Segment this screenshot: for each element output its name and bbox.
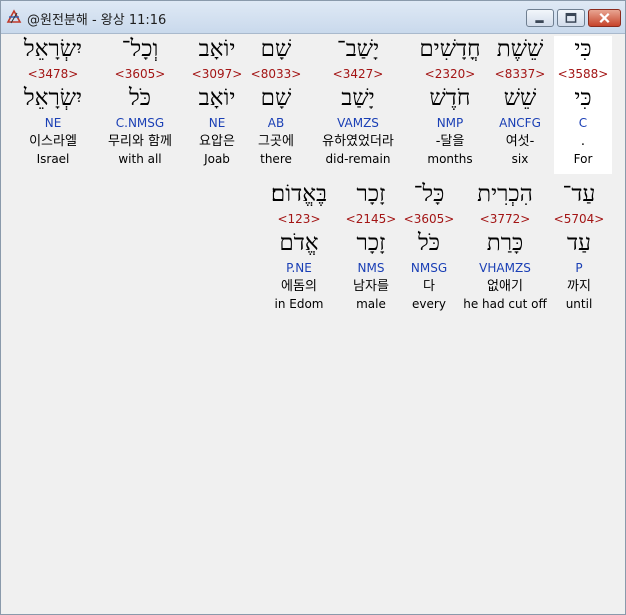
morph-code: VAMZS	[337, 116, 379, 130]
maximize-button[interactable]	[557, 9, 585, 27]
title-bar[interactable]: @원전분해 - 왕상 11:16	[1, 1, 625, 34]
app-logo-icon	[6, 9, 22, 24]
english-gloss: Joab	[204, 152, 230, 166]
hebrew-surface: יָשַׁב־	[336, 36, 380, 62]
strong-number: <3605>	[114, 67, 166, 81]
hebrew-lemma: כֹּל	[128, 85, 151, 111]
morph-code: NE	[44, 116, 62, 130]
morph-code: P.NE	[286, 261, 312, 275]
morph-code: C.NMSG	[115, 116, 165, 130]
window-title: @원전분해 - 왕상 11:16	[27, 13, 167, 28]
korean-gloss: 무리와 함께	[108, 134, 172, 149]
minimize-button[interactable]	[526, 9, 554, 27]
strong-number: <3478>	[27, 67, 79, 81]
hebrew-surface: יִשְׂרָאֵל	[23, 36, 83, 62]
korean-gloss: 요압은	[199, 134, 235, 149]
hebrew-lemma: חֹדֶשׁ	[429, 85, 471, 111]
english-gloss: did-remain	[325, 152, 391, 166]
strong-number: <2320>	[424, 67, 476, 81]
morph-code: NE	[208, 116, 226, 130]
hebrew-lemma: יִשְׂרָאֵל	[23, 85, 83, 111]
english-gloss: with all	[118, 152, 162, 166]
english-gloss: Israel	[36, 152, 70, 166]
korean-gloss: 이스라엘	[29, 134, 77, 149]
english-gloss: in Edom	[274, 297, 324, 311]
korean-gloss: 유하였었더라	[322, 134, 394, 149]
app-window: @원전분해 - 왕상 11:16 כִּי <3588> כִּי C. For שֵׁש…	[0, 0, 626, 615]
hebrew-lemma: אֱדֹם	[279, 230, 319, 256]
strong-number: <3097>	[191, 67, 243, 81]
hebrew-surface: בֶּאֱדוֹם׃	[270, 181, 328, 207]
close-icon	[599, 12, 610, 24]
minimize-icon	[535, 20, 544, 23]
strong-number: <123>	[277, 212, 321, 226]
morph-code: NMP	[436, 116, 464, 130]
hebrew-lemma: יָשַׁב	[341, 85, 375, 111]
analysis-pane: כִּי <3588> כִּי C. For שֵׁשֶׁת <8337> שֵׁשׁ ANC…	[2, 34, 624, 614]
english-gloss: months	[427, 152, 473, 166]
close-button[interactable]	[588, 9, 621, 27]
hebrew-lemma: יוֹאָב	[198, 85, 236, 111]
korean-gloss: 에돔의	[281, 279, 317, 294]
strong-number: <3427>	[332, 67, 384, 81]
hebrew-surface: חֳדָשִׁים	[419, 36, 481, 62]
hebrew-surface: יוֹאָב	[198, 36, 236, 62]
korean-gloss: -달을	[435, 134, 465, 149]
hebrew-surface: וְכָל־	[121, 36, 159, 62]
maximize-icon	[565, 12, 577, 23]
